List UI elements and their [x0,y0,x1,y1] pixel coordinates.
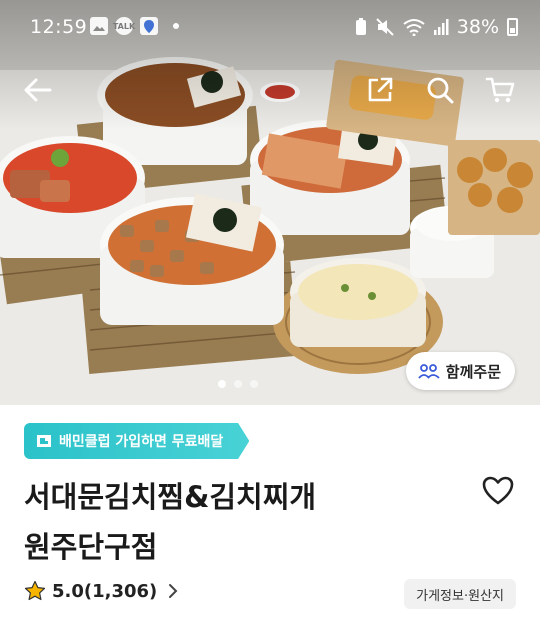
map-icon [140,17,158,35]
carousel-dot [250,380,258,388]
gallery-icon [90,17,108,35]
store-name: 서대문김치찜&김치찌개 원주단구점 [24,472,424,572]
group-order-label: 함께주문 [445,362,501,381]
hero-image[interactable]: 함께주문 [0,0,540,405]
kakaotalk-icon: TALK [113,17,135,35]
share-icon [368,77,393,102]
status-time: 12:59 [30,16,88,38]
group-order-button[interactable]: 함께주문 [405,352,515,390]
more-notifications-dot [173,23,179,29]
store-name-line2: 원주단구점 [24,530,158,564]
star-icon [24,580,46,601]
search-icon [427,77,454,104]
status-bar: 12:59 TALK 38% [0,0,540,56]
rating-value: 5.0(1,306) [52,580,158,602]
mute-icon [376,18,394,36]
rating-row[interactable]: 5.0(1,306) [24,580,179,602]
heart-icon [482,476,514,505]
carousel-dot [234,380,242,388]
baemin-club-badge[interactable]: 배민클럽 가입하면 무료배달 [24,423,250,459]
share-button[interactable] [360,70,400,110]
battery-saver-icon [355,18,366,35]
battery-percent: 38% [456,16,499,38]
club-logo-icon [37,435,51,447]
carousel-dot [218,380,226,388]
store-info-label: 가게정보·원산지 [416,588,504,604]
store-name-line1: 서대문김치찜&김치찌개 [24,480,317,514]
carousel-dots [218,380,258,388]
chevron-right-icon [169,584,178,598]
back-button[interactable] [18,70,58,110]
battery-icon [507,18,518,36]
food-photo [0,0,540,405]
store-info-button[interactable]: 가게정보·원산지 [404,579,516,609]
wifi-icon [403,19,425,36]
notification-icons: TALK [90,17,179,35]
arrow-left-icon [24,78,52,102]
club-badge-label: 배민클럽 가입하면 무료배달 [59,434,224,450]
favorite-button[interactable] [481,474,515,508]
people-icon [418,364,440,379]
search-button[interactable] [420,70,460,110]
cart-button[interactable] [480,70,520,110]
cart-icon [485,77,515,103]
signal-icon [433,19,449,35]
system-icons: 38% [355,16,518,38]
